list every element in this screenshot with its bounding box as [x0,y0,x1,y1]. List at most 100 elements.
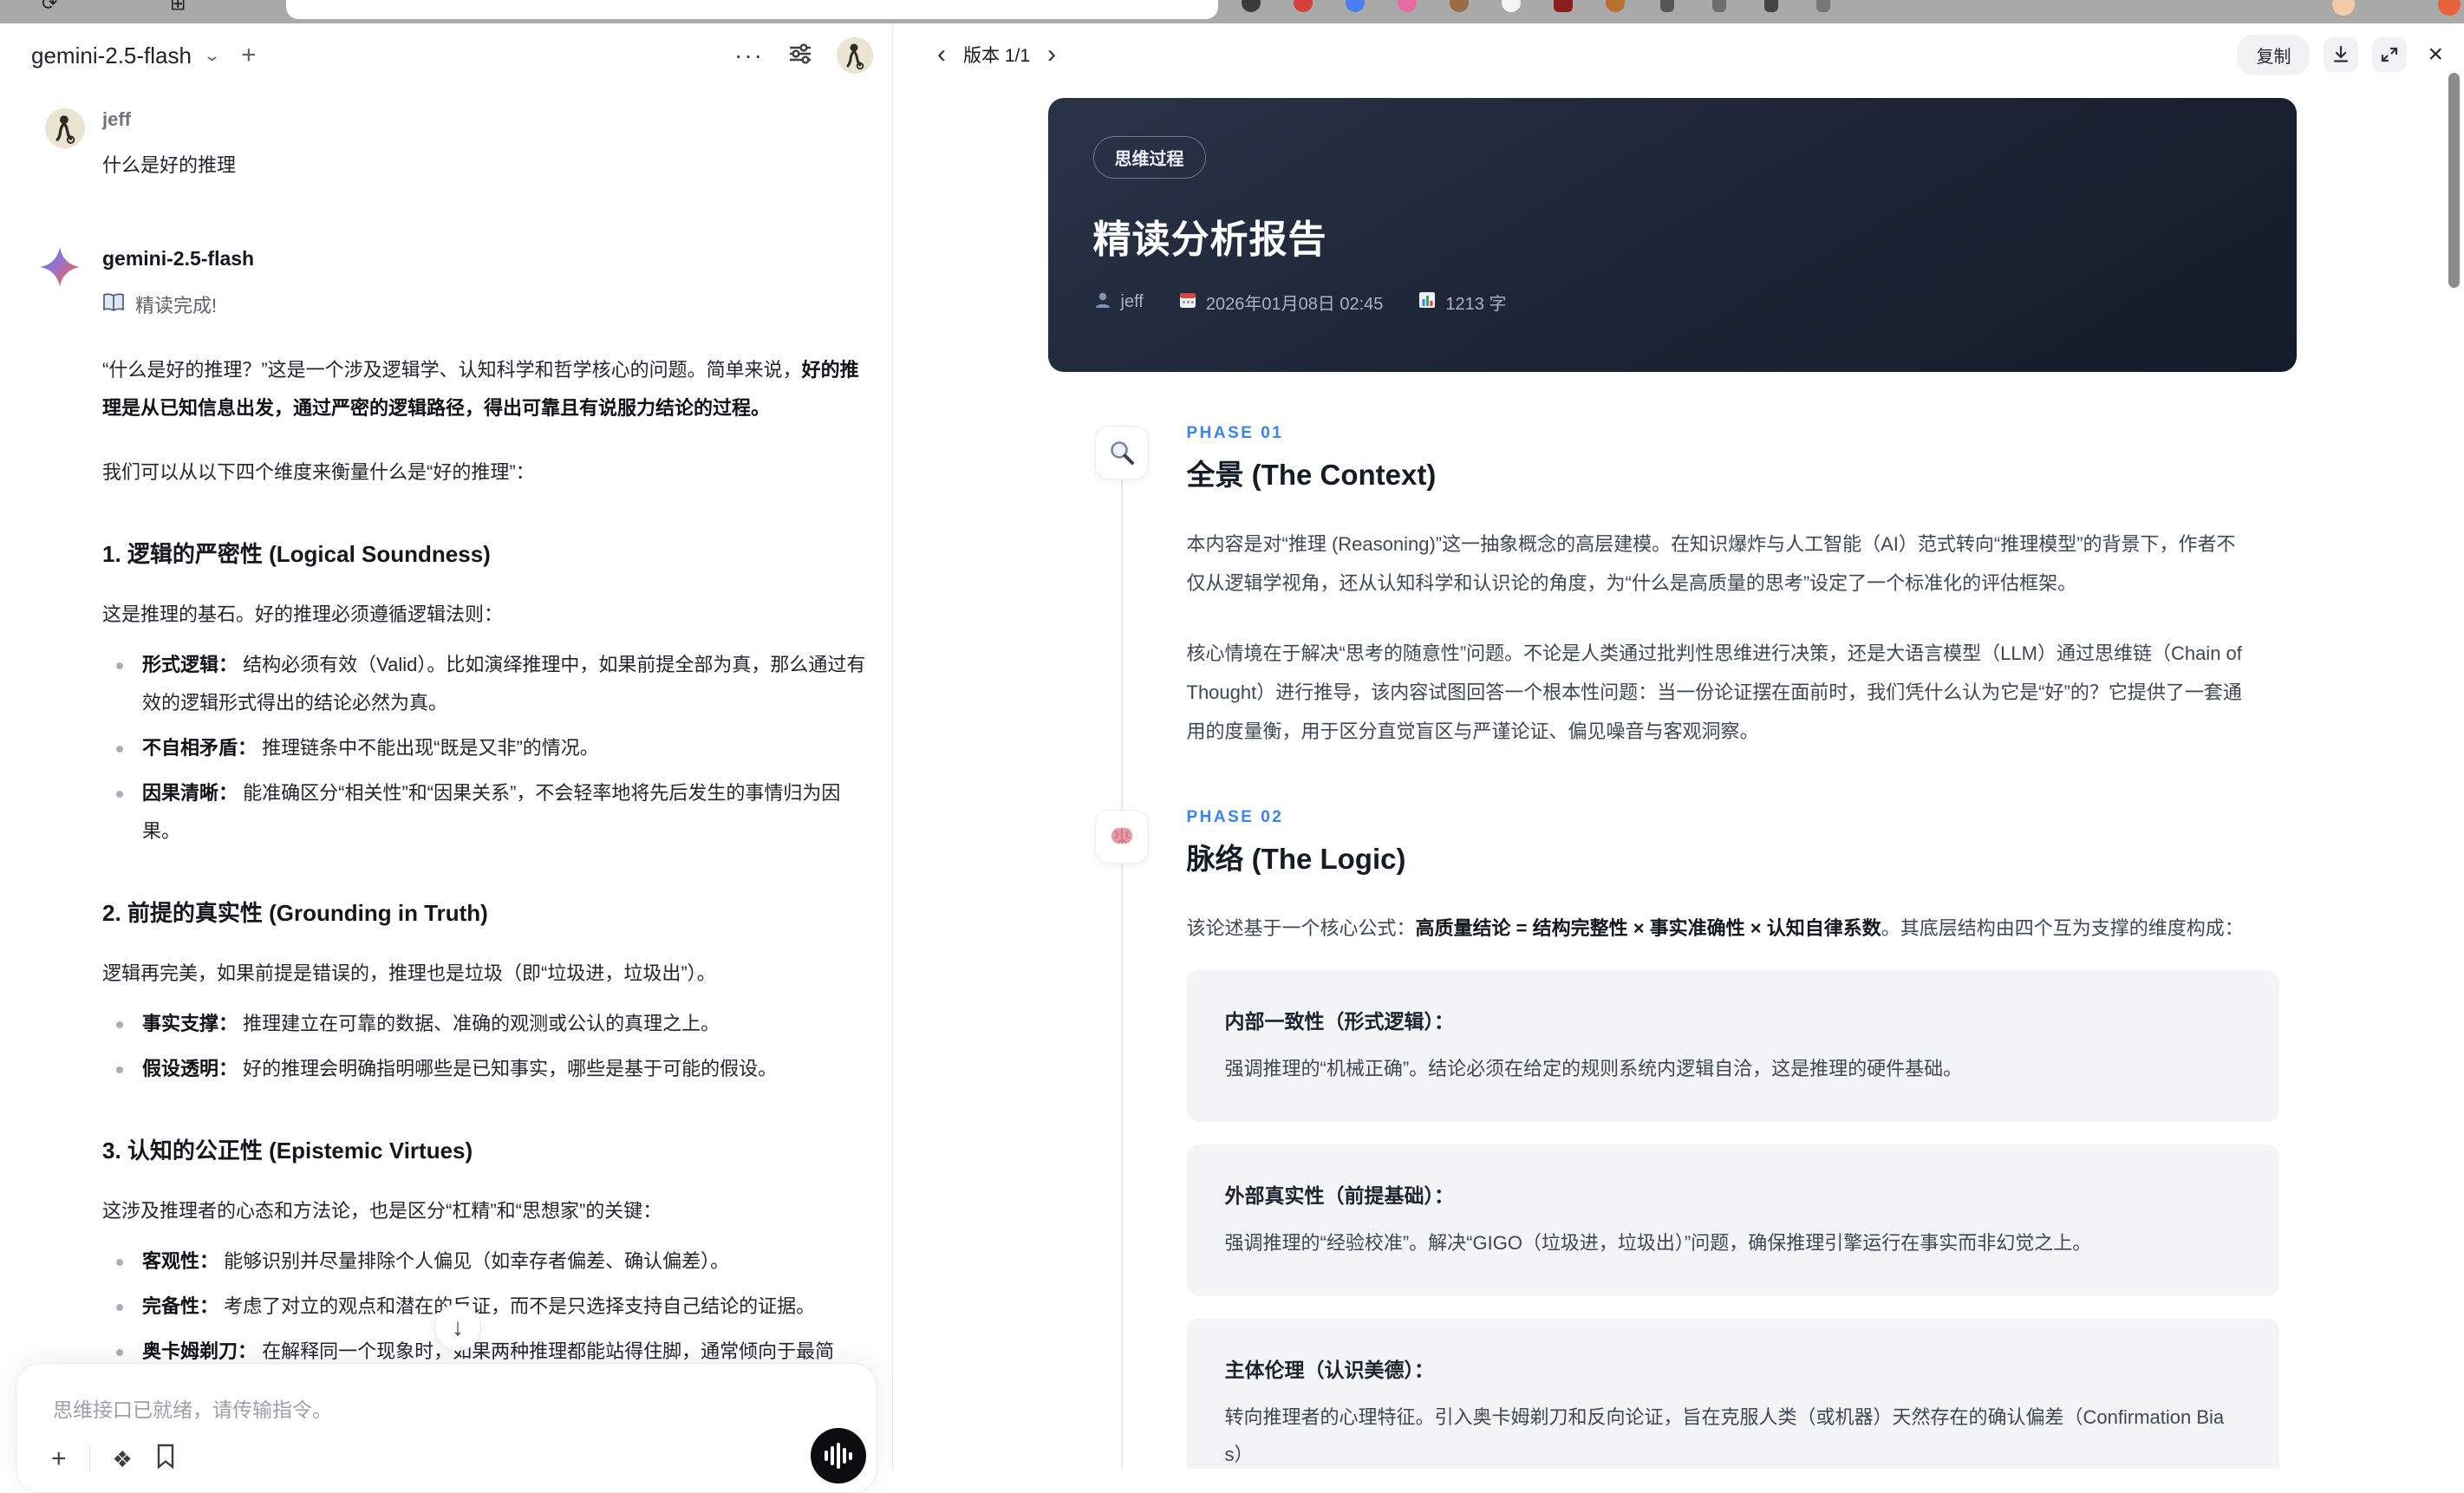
dimension-card: 外部真实性（前提基础）： 强调推理的“经验校准”。解决“GIGO（垃圾进，垃圾出… [1186,1144,2279,1296]
phase-title: 全景 (The Context) [1186,459,1437,491]
report-header-card: 思维过程 精读分析报告 jeff 2026年01月08日 02:45 1213 … [1047,98,2297,372]
bullet-term: 奥卡姆剃刀： [142,1340,257,1362]
bullet-term: 不自相矛盾： [142,737,257,759]
brain-icon [1094,810,1149,864]
chat-messages: jeff 什么是好的推理 gemini-2.5-flash 精读完成! “什么是… [0,88,892,1469]
next-version-button[interactable]: › [1047,42,1056,68]
browser-button[interactable] [1660,0,1674,12]
browser-button[interactable] [1712,0,1726,12]
bullet-text: 推理建立在可靠的数据、准确的观测或公认的真理之上。 [238,1013,720,1034]
gemini-star-icon [40,247,80,300]
card-title: 主体伦理（认识美德）： [1224,1359,1435,1381]
bullet-term: 完备性： [142,1295,219,1317]
list-item: 完备性： 考虑了对立的观点和潜在的反证，而不是只选择支持自己结论的证据。 [102,1288,866,1326]
tab-groups-icon[interactable]: ⊞ [170,0,186,15]
user-avatar[interactable] [837,37,873,74]
artifact-panel: ‹ 版本 1/1 › 复制 × 思维过程 精读分析报告 jeff 2026年01… [894,23,2464,1469]
dimension-card: 主体伦理（认识美德）： 转向推理者的心理特征。引入奥卡姆剃刀和反向论证，旨在克服… [1186,1319,2279,1469]
bullet-text: 能准确区分“相关性”和“因果关系”，不会轻率地将先后发生的事情归为因果。 [142,782,841,842]
phase-title: 脉络 (The Logic) [1186,843,1406,875]
list-item: 形式逻辑： 结构必须有效（Valid）。比如演绎推理中，如果前提全部为真，那么通… [102,646,866,722]
extension-icon[interactable] [1294,0,1313,12]
chat-header: gemini-2.5-flash ⌄ + ··· [0,23,892,88]
formula-paragraph: 该论述基于一个核心公式：高质量结论 = 结构完整性 × 事实准确性 × 认知自律… [1186,917,2244,939]
model-selector[interactable]: gemini-2.5-flash ⌄ + [31,23,257,88]
extension-icon[interactable] [1606,0,1625,12]
section-heading: 3. 认知的公正性 (Epistemic Virtues) [102,1138,473,1164]
more-options-icon[interactable]: ··· [734,42,764,69]
list-item: 不自相矛盾： 推理链条中不能出现“既是又非”的情况。 [102,729,866,767]
user-name: jeff [102,108,131,130]
profile-avatar[interactable] [2332,0,2355,16]
section-heading: 2. 前提的真实性 (Grounding in Truth) [102,900,488,926]
card-body: 强调推理的“经验校准”。解决“GIGO（垃圾进，垃圾出）”问题，确保推理引擎运行… [1224,1232,2092,1254]
bullet-text: 好的推理会明确指明哪些是已知事实，哪些是基于可能的假设。 [238,1058,778,1079]
status-text: 精读完成! [135,295,218,316]
extension-icon[interactable] [1242,0,1261,12]
scroll-to-bottom-button[interactable]: ↓ [434,1304,481,1351]
bullet-list: 事实支撑： 推理建立在可靠的数据、准确的观测或公认的真理之上。 假设透明： 好的… [102,1005,866,1088]
extension-icon[interactable] [1346,0,1365,12]
bullet-text: 结构必须有效（Valid）。比如演绎推理中，如果前提全部为真，那么通过有效的逻辑… [142,654,866,714]
site-info-icon[interactable]: ≡ [336,0,348,7]
section-desc: 这涉及推理者的心态和方法论，也是区分“杠精”和“思想家”的关键： [102,1200,662,1222]
card-body: 强调推理的“机械正确”。结论必须在给定的规则系统内逻辑自洽，这是推理的硬件基础。 [1224,1058,1963,1079]
arrow-down-icon: ↓ [452,1314,464,1340]
card-body: 转向推理者的心理特征。引入奥卡姆剃刀和反向论证，旨在克服人类（或机器）天然存在的… [1224,1406,2225,1465]
assistant-message: gemini-2.5-flash 精读完成! “什么是好的推理？”这是一个涉及逻… [26,245,866,1469]
user-icon [1093,290,1112,315]
word-count-meta: 1213 字 [1418,290,1506,315]
report-badge: 思维过程 [1092,136,1206,179]
book-icon [102,287,125,325]
author-meta: jeff [1093,290,1144,315]
browser-button[interactable] [1816,0,1830,12]
extension-icon[interactable] [1502,0,1521,12]
voice-input-button[interactable] [811,1428,866,1483]
bar-chart-icon [1418,290,1437,315]
user-message-text: 什么是好的推理 [102,154,237,176]
phase-2-section: PHASE 02 脉络 (The Logic) 该论述基于一个核心公式：高质量结… [1048,808,2297,1469]
bullet-term: 事实支撑： [142,1013,238,1034]
phase-paragraph: 核心情境在于解决“思考的随意性”问题。不论是人类通过批判性思维进行决策，还是大语… [1186,642,2242,742]
copy-button[interactable]: 复制 [2237,34,2311,75]
list-item: 假设透明： 好的推理会明确指明哪些是已知事实，哪些是基于可能的假设。 [102,1050,866,1088]
divider [88,1445,90,1473]
magnifier-icon [1094,426,1149,479]
assistant-name: gemini-2.5-flash [102,247,255,270]
phase-label: PHASE 02 [1186,808,1284,826]
tune-settings-icon[interactable] [788,42,812,70]
list-item: 事实支撑： 推理建立在可靠的数据、准确的观测或公认的真理之上。 [102,1005,866,1043]
card-title: 内部一致性（形式逻辑）： [1224,1010,1455,1033]
new-chat-button[interactable]: + [241,41,257,70]
close-panel-button[interactable]: × [2428,42,2443,68]
bookmark-icon[interactable] [155,1444,176,1475]
calendar-icon [1178,290,1197,315]
extension-icon[interactable] [1554,0,1573,12]
download-button[interactable] [2324,37,2359,72]
dimension-cards: 内部一致性（形式逻辑）： 强调推理的“机械正确”。结论必须在给定的规则系统内逻辑… [1186,970,2279,1469]
expand-fullscreen-button[interactable] [2372,37,2408,72]
browser-toolbar: ⟳ ⊞ ≡ [0,0,2464,23]
bullet-term: 假设透明： [142,1058,238,1079]
scrollbar-thumb[interactable] [2448,73,2460,288]
model-name: gemini-2.5-flash [31,42,192,68]
chat-panel: gemini-2.5-flash ⌄ + ··· jeff 什么是好的推理 ge… [0,23,893,1469]
browser-button[interactable] [1764,0,1778,12]
chat-input[interactable] [51,1392,825,1431]
bullet-term: 客观性： [142,1250,219,1272]
report-meta: jeff 2026年01月08日 02:45 1213 字 [1093,290,2252,315]
address-bar[interactable]: ≡ [286,0,1218,19]
report-title: 精读分析报告 [1092,218,1327,261]
artifact-header: ‹ 版本 1/1 › 复制 × [894,23,2464,86]
chevron-down-icon[interactable]: ⌄ [203,47,221,65]
bullet-term: 因果清晰： [142,782,238,804]
list-item: 因果清晰： 能准确区分“相关性”和“因果关系”，不会轻率地将先后发生的事情归为因… [102,774,866,851]
chat-input-card[interactable]: + ❖ [16,1363,877,1493]
bullet-term: 形式逻辑： [142,654,238,675]
extension-icon[interactable] [1450,0,1469,12]
prev-version-button[interactable]: ‹ [937,42,946,68]
dimension-card: 内部一致性（形式逻辑）： 强调推理的“机械正确”。结论必须在给定的规则系统内逻辑… [1186,970,2279,1122]
reload-icon[interactable]: ⟳ [42,0,57,15]
extension-icon[interactable] [1398,0,1417,12]
extension-icon[interactable] [2438,0,2461,16]
